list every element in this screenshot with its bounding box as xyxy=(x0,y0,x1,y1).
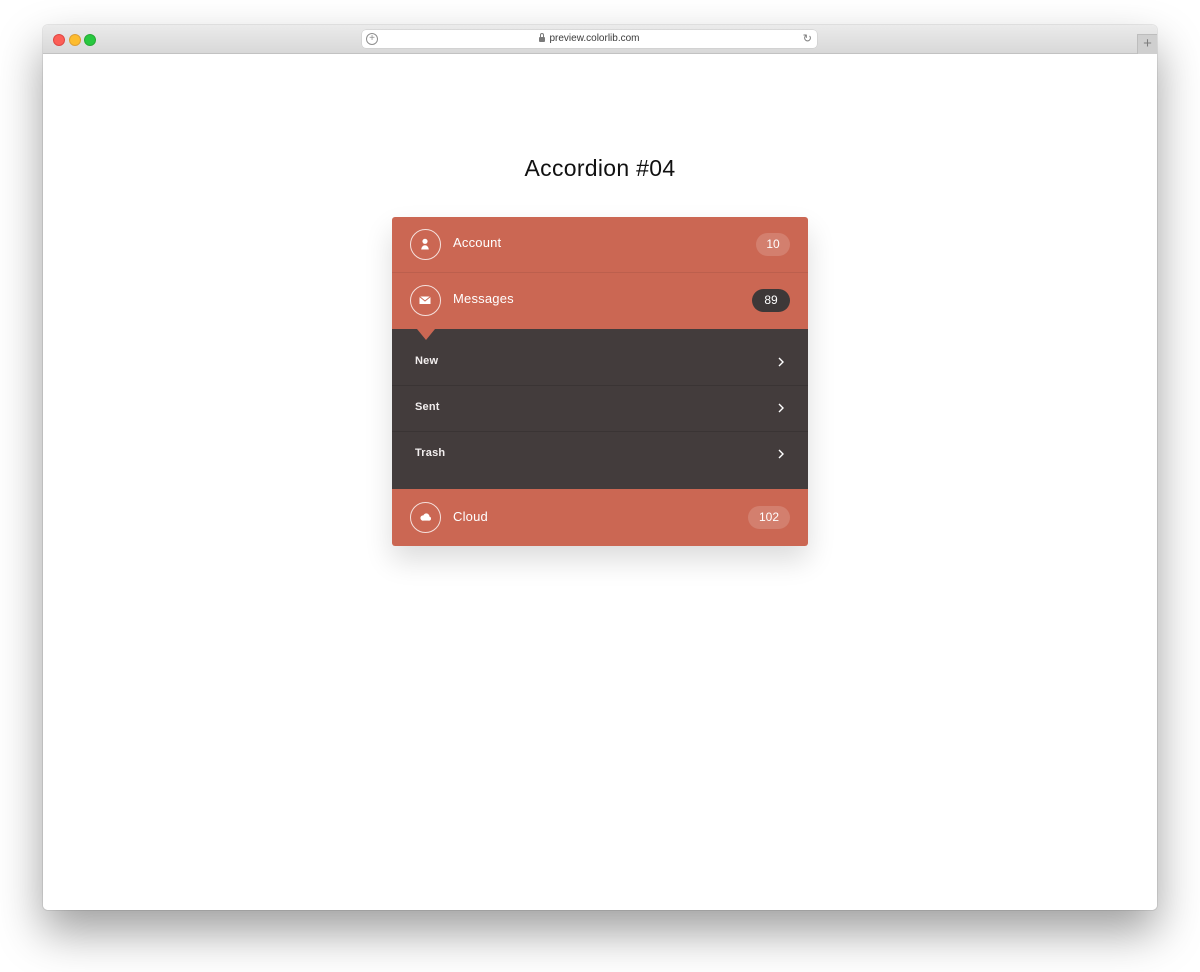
minimize-window-button[interactable] xyxy=(69,34,81,46)
address-text[interactable]: preview.colorlib.com xyxy=(549,33,639,44)
submenu-item-trash[interactable]: Trash xyxy=(392,432,808,477)
accordion: Account 10 Messages 89 New Sent Trash Cl… xyxy=(392,217,808,546)
submenu-item-label: Trash xyxy=(415,447,446,459)
page-title: Accordion #04 xyxy=(524,155,676,181)
envelope-icon xyxy=(410,285,441,316)
reload-icon[interactable]: ↻ xyxy=(803,32,812,46)
submenu-item-sent[interactable]: Sent xyxy=(392,386,808,432)
active-item-pointer xyxy=(417,329,435,340)
chevron-right-icon xyxy=(778,357,784,367)
submenu-item-label: Sent xyxy=(415,401,440,413)
zoom-window-button[interactable] xyxy=(84,34,96,46)
accordion-item-account[interactable]: Account 10 xyxy=(392,217,808,273)
accordion-item-label: Cloud xyxy=(453,509,488,524)
count-badge: 10 xyxy=(756,233,790,256)
accordion-item-cloud[interactable]: Cloud 102 xyxy=(392,489,808,546)
accordion-item-label: Messages xyxy=(453,291,514,306)
browser-titlebar: + preview.colorlib.com ↻ + xyxy=(43,25,1157,54)
chevron-right-icon xyxy=(778,403,784,413)
address-bar[interactable]: + preview.colorlib.com ↻ xyxy=(362,30,817,48)
count-badge: 102 xyxy=(748,506,790,529)
submenu-item-label: New xyxy=(415,355,439,367)
accordion-item-label: Account xyxy=(453,235,502,250)
lock-icon xyxy=(539,33,546,42)
submenu-item-new[interactable]: New xyxy=(392,340,808,386)
user-icon xyxy=(410,229,441,260)
cloud-icon xyxy=(410,502,441,533)
chevron-right-icon xyxy=(778,449,784,459)
browser-window: + preview.colorlib.com ↻ + Accordion #04 xyxy=(43,25,1157,910)
address-text-wrap: preview.colorlib.com xyxy=(362,30,817,48)
web-page: Accordion #04 Account 10 Messages 89 New… xyxy=(43,54,1157,910)
count-badge: 89 xyxy=(752,289,790,312)
messages-submenu: New Sent Trash xyxy=(392,329,808,489)
desktop: + preview.colorlib.com ↻ + Accordion #04 xyxy=(0,0,1200,972)
close-window-button[interactable] xyxy=(53,34,65,46)
new-tab-button[interactable]: + xyxy=(1137,34,1157,54)
accordion-item-messages[interactable]: Messages 89 xyxy=(392,273,808,329)
